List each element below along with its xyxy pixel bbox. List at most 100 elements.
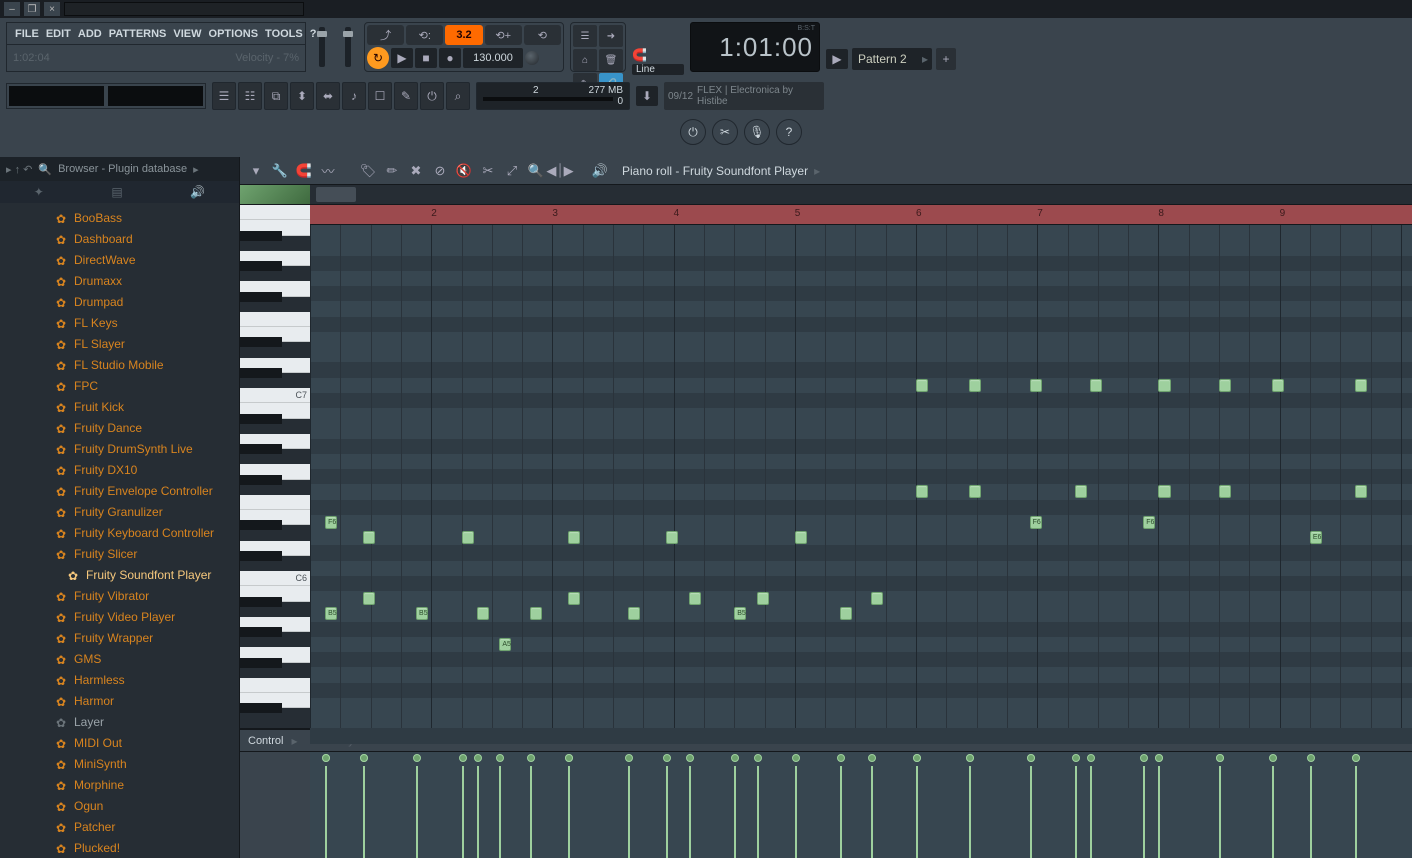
pr-mute-icon[interactable]: ⊘ [430, 161, 450, 181]
mic-button[interactable]: 🎙 [744, 119, 770, 145]
shortcut-1[interactable]: ☷ [238, 82, 262, 110]
velocity-handle[interactable] [565, 754, 573, 762]
velocity-handle[interactable] [360, 754, 368, 762]
velocity-handle[interactable] [1155, 754, 1163, 762]
note[interactable] [477, 607, 489, 620]
browser-item[interactable]: ✿Morphine [0, 774, 239, 795]
note[interactable] [1090, 379, 1102, 392]
note[interactable]: A5 [499, 638, 511, 651]
pr-menu-icon[interactable]: ▾ [246, 161, 266, 181]
note[interactable] [969, 379, 981, 392]
download-manager-button[interactable]: ⬇ [636, 86, 658, 106]
browser-item[interactable]: ✿Plucked! [0, 837, 239, 858]
pattern-play-button[interactable]: ▶ [826, 49, 848, 69]
pr-magnet-icon[interactable]: 🧲 [294, 161, 314, 181]
note[interactable] [1158, 379, 1170, 392]
note[interactable] [969, 485, 981, 498]
swing-knob[interactable] [525, 51, 539, 65]
velocity-handle[interactable] [792, 754, 800, 762]
search-icon[interactable]: 🔍 [38, 163, 52, 176]
note[interactable] [871, 592, 883, 605]
metronome-button[interactable]: ⤴ [367, 25, 404, 45]
note[interactable]: B5 [416, 607, 428, 620]
velocity-handle[interactable] [663, 754, 671, 762]
browser-item[interactable]: ✿FL Keys [0, 312, 239, 333]
browser-item[interactable]: ✿Drumaxx [0, 270, 239, 291]
shortcut-0[interactable]: ☰ [212, 82, 236, 110]
step-edit-button[interactable]: ⟲+ [485, 25, 522, 45]
note[interactable]: F6 [325, 516, 337, 529]
velocity-handle[interactable] [686, 754, 694, 762]
browser-item[interactable]: ✿DirectWave [0, 249, 239, 270]
pr-cut-icon[interactable]: ✂ [478, 161, 498, 181]
note[interactable] [1219, 379, 1231, 392]
velocity-handle[interactable] [913, 754, 921, 762]
menu-view[interactable]: VIEW [171, 26, 203, 42]
browser-item[interactable]: ✿FPC [0, 375, 239, 396]
browser-item[interactable]: ✿Fruity Soundfont Player [0, 564, 239, 585]
browser-item[interactable]: ✿Fruity DX10 [0, 459, 239, 480]
menu-edit[interactable]: EDIT [44, 26, 73, 42]
loop-record-button[interactable]: ⟲ [524, 25, 561, 45]
browser-item[interactable]: ✿Fruity DrumSynth Live [0, 438, 239, 459]
browser-item[interactable]: ✿Fruity Keyboard Controller [0, 522, 239, 543]
stop-button[interactable]: ■ [415, 48, 437, 68]
note[interactable]: F6 [1030, 516, 1042, 529]
velocity-handle[interactable] [1027, 754, 1035, 762]
pr-delete-icon[interactable]: ✖ [406, 161, 426, 181]
pr-select-icon[interactable]: ⤢ [502, 161, 522, 181]
note[interactable] [363, 531, 375, 544]
note[interactable] [840, 607, 852, 620]
pr-slip-icon[interactable]: 🔇 [454, 161, 474, 181]
velocity-handle[interactable] [1269, 754, 1277, 762]
shortcut-5[interactable]: ♪ [342, 82, 366, 110]
velocity-handle[interactable] [1140, 754, 1148, 762]
note[interactable] [363, 592, 375, 605]
browser-item[interactable]: ✿BooBass [0, 207, 239, 228]
close-button[interactable]: × [44, 2, 60, 16]
browser-item[interactable]: ✿Dashboard [0, 228, 239, 249]
velocity-editor[interactable] [310, 752, 1412, 858]
browser-item[interactable]: ✿Harmless [0, 669, 239, 690]
scissors-button[interactable]: ✂ [712, 119, 738, 145]
note[interactable] [462, 531, 474, 544]
pr-playback-icon[interactable]: ◀⏐▶ [550, 161, 570, 181]
velocity-handle[interactable] [754, 754, 762, 762]
shortcut-2[interactable]: ⧉ [264, 82, 288, 110]
note[interactable]: E6 [1310, 531, 1322, 544]
browser-item[interactable]: ✿FL Slayer [0, 333, 239, 354]
master-pitch-slider[interactable] [319, 27, 325, 67]
browser-item[interactable]: ✿Harmor [0, 690, 239, 711]
velocity-handle[interactable] [1087, 754, 1095, 762]
velocity-handle[interactable] [459, 754, 467, 762]
pr-corner[interactable] [240, 185, 310, 204]
pr-pencil-icon[interactable]: ✏ [382, 161, 402, 181]
note[interactable] [666, 531, 678, 544]
note[interactable] [1030, 379, 1042, 392]
record-button[interactable]: ● [439, 48, 461, 68]
velocity-handle[interactable] [1072, 754, 1080, 762]
note[interactable]: F6 [1143, 516, 1155, 529]
velocity-handle[interactable] [496, 754, 504, 762]
note[interactable] [689, 592, 701, 605]
browser-item[interactable]: ✿Patcher [0, 816, 239, 837]
velocity-handle[interactable] [474, 754, 482, 762]
note[interactable] [916, 379, 928, 392]
pr-tool-1[interactable]: 🔧 [270, 161, 290, 181]
shortcut-9[interactable]: ⌕ [446, 82, 470, 110]
help-button[interactable]: ? [776, 119, 802, 145]
pattern-add-button[interactable]: + [936, 48, 956, 70]
shortcut-7[interactable]: ✎ [394, 82, 418, 110]
browser-item[interactable]: ✿GMS [0, 648, 239, 669]
pr-tag-icon[interactable]: 🏷 [358, 161, 378, 181]
browser-nav-icons[interactable]: ▸ ↑ ↶ [6, 163, 32, 176]
piano-grid[interactable]: 23456789 F6B5B5A5B5F6F6E6 [310, 205, 1412, 728]
note[interactable] [795, 531, 807, 544]
title-input[interactable] [64, 2, 304, 16]
note[interactable] [1219, 485, 1231, 498]
wait-input-button[interactable]: 3.2 [445, 25, 482, 45]
tempo-field[interactable]: 130.000 [463, 48, 523, 68]
timeline-ruler[interactable]: 23456789 [310, 205, 1412, 225]
play-button[interactable]: ▶ [391, 48, 413, 68]
browser-tab-star[interactable]: ✦ [34, 185, 44, 199]
